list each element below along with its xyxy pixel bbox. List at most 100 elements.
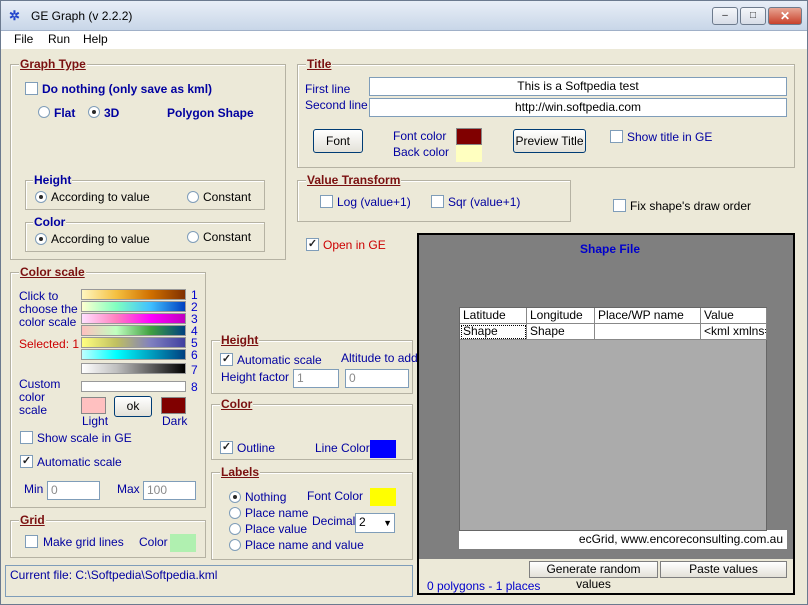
open-in-ge-checkbox[interactable]: ✓	[306, 238, 319, 251]
column-header-latitude[interactable]: Latitude	[460, 308, 527, 324]
log-label: Log (value+1)	[337, 195, 411, 209]
color-according-label: According to value	[51, 232, 150, 246]
table-cell[interactable]: Shape	[527, 324, 595, 340]
color-scale-7[interactable]	[81, 363, 186, 374]
color-scale-6[interactable]	[81, 349, 186, 360]
height-factor-input[interactable]: 1	[293, 369, 339, 388]
credit-text: ecGrid, www.encoreconsulting.com.au	[578, 532, 783, 546]
label-place-name-label: Place name	[245, 506, 309, 520]
flat-label: Flat	[54, 106, 76, 120]
close-button[interactable]: ✕	[768, 7, 802, 25]
font-button[interactable]: Font	[313, 129, 363, 153]
show-scale-checkbox[interactable]	[20, 431, 33, 444]
flat-radio[interactable]	[38, 106, 50, 118]
color-scale-1[interactable]	[81, 289, 186, 300]
menu-run[interactable]: Run	[48, 32, 70, 46]
height-constant-radio[interactable]	[187, 191, 199, 203]
automatic-scale-checkbox[interactable]: ✓	[20, 455, 33, 468]
grid-color-swatch[interactable]	[170, 534, 196, 552]
shape-file-heading: Shape File	[580, 242, 641, 256]
title-bar: ✲ GE Graph (v 2.2.2) – □ ✕	[1, 1, 807, 31]
make-grid-lines-checkbox[interactable]	[25, 535, 38, 548]
decimal-select[interactable]: 2 ▼	[355, 513, 395, 533]
height-mode-heading: Height	[33, 173, 73, 187]
color-scale-8[interactable]	[81, 381, 186, 392]
color-according-radio[interactable]	[35, 233, 47, 245]
preview-title-button[interactable]: Preview Title	[513, 129, 586, 153]
first-line-label: First line	[305, 82, 351, 96]
label-place-name-radio[interactable]	[229, 507, 241, 519]
grid-color-label: Color	[139, 535, 168, 549]
title-back-color-swatch[interactable]	[456, 145, 482, 162]
line-color-swatch[interactable]	[370, 440, 396, 458]
first-line-input[interactable]: This is a Softpedia test	[369, 77, 787, 96]
height-panel-heading: Height	[220, 333, 260, 347]
color-scale-5[interactable]	[81, 337, 186, 348]
dark-color-swatch[interactable]	[161, 397, 186, 414]
fix-draw-order-checkbox[interactable]	[613, 199, 626, 212]
color-scale-heading: Color scale	[19, 265, 86, 279]
min-label: Min	[24, 482, 44, 496]
maximize-button[interactable]: □	[740, 7, 766, 25]
decimal-label: Decimal	[312, 514, 356, 528]
log-checkbox[interactable]	[320, 195, 333, 208]
color-scale-3[interactable]	[81, 313, 186, 324]
outline-checkbox[interactable]: ✓	[220, 441, 233, 454]
label-font-color-swatch[interactable]	[370, 488, 396, 506]
fix-draw-order-label: Fix shape's draw order	[630, 199, 752, 213]
scale-number-8: 8	[191, 380, 198, 394]
custom-label: Custom	[19, 377, 61, 391]
height-according-radio[interactable]	[35, 191, 47, 203]
table-cell[interactable]: <kml xmlns='	[701, 324, 767, 340]
column-header-value[interactable]: Value	[701, 308, 767, 324]
3d-radio[interactable]	[88, 106, 100, 118]
column-header-longitude[interactable]: Longitude	[527, 308, 595, 324]
height-automatic-scale-label: Automatic scale	[237, 353, 322, 367]
paste-values-button[interactable]: Paste values	[660, 561, 787, 578]
do-nothing-checkbox[interactable]	[25, 82, 38, 95]
color-mode-heading: Color	[33, 215, 67, 229]
minimize-button[interactable]: –	[712, 7, 738, 25]
click-to-label: Click to	[19, 289, 59, 303]
data-grid[interactable]: Latitude Longitude Place/WP name Value S…	[459, 307, 767, 531]
credit-bar: ecGrid, www.encoreconsulting.com.au	[459, 530, 787, 549]
grid-heading: Grid	[19, 513, 46, 527]
height-automatic-scale-checkbox[interactable]: ✓	[220, 353, 233, 366]
color-scale-4[interactable]	[81, 325, 186, 336]
menu-file[interactable]: File	[14, 32, 33, 46]
ge-graph-icon: ✲	[9, 8, 20, 23]
do-nothing-label: Do nothing (only save as kml)	[42, 82, 213, 96]
ok-button[interactable]: ok	[114, 396, 152, 417]
altitude-to-add-label: Altitude to add	[341, 351, 418, 365]
choose-the-label: choose the	[19, 302, 78, 316]
polygons-status: 0 polygons - 1 places	[427, 579, 541, 593]
menu-help[interactable]: Help	[83, 32, 108, 46]
dark-label: Dark	[162, 414, 188, 428]
menu-bar: File Run Help	[1, 31, 807, 49]
sqr-label: Sqr (value+1)	[448, 195, 521, 209]
sqr-checkbox[interactable]	[431, 195, 444, 208]
font-color-label: Font color	[393, 129, 447, 143]
column-header-place-name[interactable]: Place/WP name	[595, 308, 701, 324]
max-input[interactable]: 100	[143, 481, 196, 500]
scale-number-7: 7	[191, 363, 198, 377]
app-window: ✲ GE Graph (v 2.2.2) – □ ✕ File Run Help…	[0, 0, 808, 605]
label-nothing-radio[interactable]	[229, 491, 241, 503]
color-panel-heading: Color	[220, 397, 254, 411]
color-constant-label: Constant	[203, 230, 252, 244]
show-title-checkbox[interactable]	[610, 130, 623, 143]
automatic-scale-label: Automatic scale	[37, 455, 122, 469]
table-cell[interactable]	[595, 324, 701, 340]
color-constant-radio[interactable]	[187, 231, 199, 243]
table-cell[interactable]: Shape	[460, 324, 527, 340]
min-input[interactable]: 0	[47, 481, 100, 500]
label-place-name-value-radio[interactable]	[229, 539, 241, 551]
generate-random-button[interactable]: Generate random values	[529, 561, 658, 591]
second-line-input[interactable]: http://win.softpedia.com	[369, 98, 787, 117]
max-label: Max	[117, 482, 140, 496]
altitude-input[interactable]: 0	[345, 369, 409, 388]
label-place-value-radio[interactable]	[229, 523, 241, 535]
color-scale-2[interactable]	[81, 301, 186, 312]
light-color-swatch[interactable]	[81, 397, 106, 414]
title-font-color-swatch[interactable]	[456, 128, 482, 145]
